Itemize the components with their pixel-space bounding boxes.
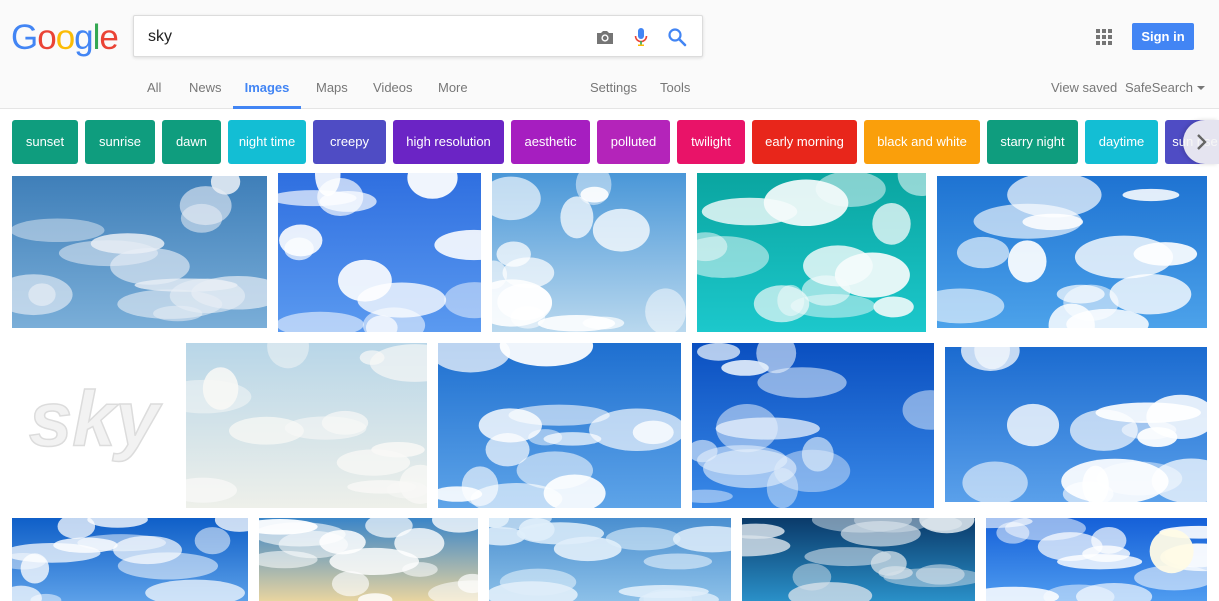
- image-result-sky-teal-cumulus[interactable]: [697, 173, 926, 332]
- chips-scroll-right-button[interactable]: [1183, 120, 1219, 164]
- chip-starry-night[interactable]: starry night: [987, 120, 1078, 164]
- settings-link[interactable]: Settings: [590, 80, 637, 109]
- chevron-right-icon: [1197, 134, 1207, 150]
- tab-maps[interactable]: Maps: [316, 80, 348, 109]
- safesearch-label: SafeSearch: [1125, 80, 1193, 95]
- chip-sunrise[interactable]: sunrise: [85, 120, 155, 164]
- image-result-sky-logo[interactable]: sky: [12, 343, 176, 508]
- tab-more[interactable]: More: [438, 80, 468, 109]
- chip-daytime[interactable]: daytime: [1085, 120, 1158, 164]
- image-result-sky-gradient[interactable]: [259, 518, 478, 601]
- image-result-sky-streaks[interactable]: [489, 518, 731, 601]
- tools-link[interactable]: Tools: [660, 80, 690, 109]
- chevron-down-icon: [1196, 86, 1205, 90]
- chip-aesthetic[interactable]: aesthetic: [511, 120, 590, 164]
- sky-logo-text: sky: [29, 374, 163, 462]
- search-input[interactable]: [148, 25, 568, 49]
- related-searches-bar: sunset sunrise dawn night time creepy high re…: [12, 120, 1219, 164]
- image-result-sky-dark-cloud[interactable]: [742, 518, 975, 601]
- logo-letter: o: [37, 18, 56, 57]
- tab-news[interactable]: News: [189, 80, 222, 109]
- logo-letter: G: [11, 18, 38, 57]
- apps-grid-icon[interactable]: [1096, 29, 1112, 45]
- camera-icon[interactable]: [594, 26, 616, 48]
- chip-high-resolution[interactable]: high resolution: [393, 120, 504, 164]
- chip-early-morning[interactable]: early morning: [752, 120, 857, 164]
- image-result-sky-deep-blue[interactable]: [692, 343, 934, 508]
- logo-letter: g: [74, 18, 93, 57]
- search-icon[interactable]: [666, 26, 688, 48]
- google-logo[interactable]: Google: [11, 18, 119, 58]
- search-box: [133, 15, 703, 57]
- chip-black-and-white[interactable]: black and white: [864, 120, 980, 164]
- image-result-sky-sun[interactable]: [986, 518, 1207, 601]
- chip-polluted[interactable]: polluted: [597, 120, 670, 164]
- image-result-sky-clouds-blue[interactable]: [12, 176, 267, 328]
- image-result-sky-blue-puffy[interactable]: [937, 176, 1207, 328]
- sign-in-button[interactable]: Sign in: [1132, 23, 1194, 50]
- tab-videos[interactable]: Videos: [373, 80, 413, 109]
- image-result-sky-light-blue[interactable]: [492, 173, 686, 332]
- logo-letter: e: [99, 18, 118, 57]
- view-saved-link[interactable]: View saved: [1051, 80, 1117, 109]
- logo-letter: o: [55, 18, 75, 57]
- header-bar: Google Sign in All News Images Maps Vide…: [0, 0, 1219, 109]
- microphone-icon[interactable]: [630, 26, 652, 48]
- chip-twilight[interactable]: twilight: [677, 120, 745, 164]
- chip-creepy[interactable]: creepy: [313, 120, 386, 164]
- image-result-sky-scattered-clouds[interactable]: [438, 343, 681, 508]
- image-result-sky-wispy[interactable]: [12, 518, 248, 601]
- chip-dawn[interactable]: dawn: [162, 120, 221, 164]
- chip-night-time[interactable]: night time: [228, 120, 306, 164]
- chip-sunset[interactable]: sunset: [12, 120, 78, 164]
- tab-all[interactable]: All: [147, 80, 161, 109]
- logo-letter: l: [92, 18, 101, 57]
- image-result-sky-blue-cloudscape[interactable]: [945, 347, 1207, 502]
- image-result-sky-bright-clouds[interactable]: [278, 173, 481, 332]
- image-result-sky-above-clouds[interactable]: [186, 343, 427, 508]
- safesearch-dropdown[interactable]: SafeSearch: [1125, 80, 1205, 109]
- tab-images[interactable]: Images: [233, 80, 301, 109]
